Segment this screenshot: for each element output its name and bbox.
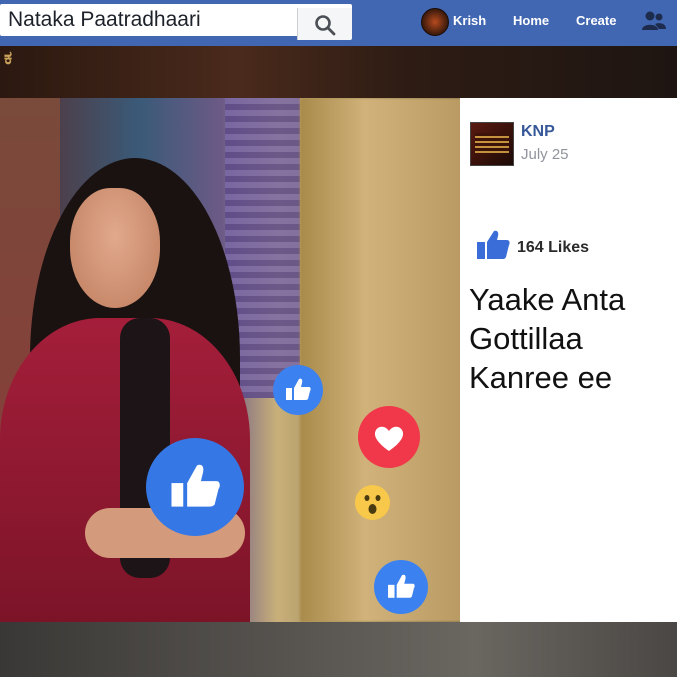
search-icon (315, 15, 336, 36)
background-strip-text: ಕ (4, 48, 13, 68)
love-icon (358, 406, 420, 468)
post-photo[interactable] (0, 98, 462, 622)
background-bottom (0, 622, 677, 677)
page-avatar[interactable] (470, 122, 514, 166)
wow-icon (355, 485, 390, 520)
friends-icon[interactable] (641, 10, 667, 37)
post-text: Yaake Anta Gottillaa Kanree ee (469, 282, 626, 395)
like-count[interactable]: 164 Likes (517, 239, 589, 257)
post-card: KNP July 25 164 Likes Yaake Anta Gottill… (460, 98, 677, 622)
like-icon (374, 560, 428, 614)
like-icon (273, 365, 323, 415)
search-button[interactable] (297, 8, 352, 40)
user-avatar[interactable] (421, 8, 449, 36)
search-input[interactable]: Nataka Paatradhaari (8, 4, 201, 36)
search-box[interactable]: Nataka Paatradhaari (0, 4, 352, 40)
thumbs-up-icon (475, 229, 511, 266)
like-icon (146, 438, 244, 536)
page-name-link[interactable]: KNP (521, 123, 555, 141)
home-link[interactable]: Home (513, 13, 549, 28)
profile-link[interactable]: Krish (453, 13, 486, 28)
background-strip (0, 46, 677, 98)
post-date[interactable]: July 25 (521, 146, 569, 163)
photo-face (70, 188, 160, 308)
create-link[interactable]: Create (576, 13, 616, 28)
photo-curtain (300, 98, 462, 622)
top-navigation-bar: Nataka Paatradhaari Krish Home Create (0, 0, 677, 47)
page-logo (475, 133, 509, 153)
